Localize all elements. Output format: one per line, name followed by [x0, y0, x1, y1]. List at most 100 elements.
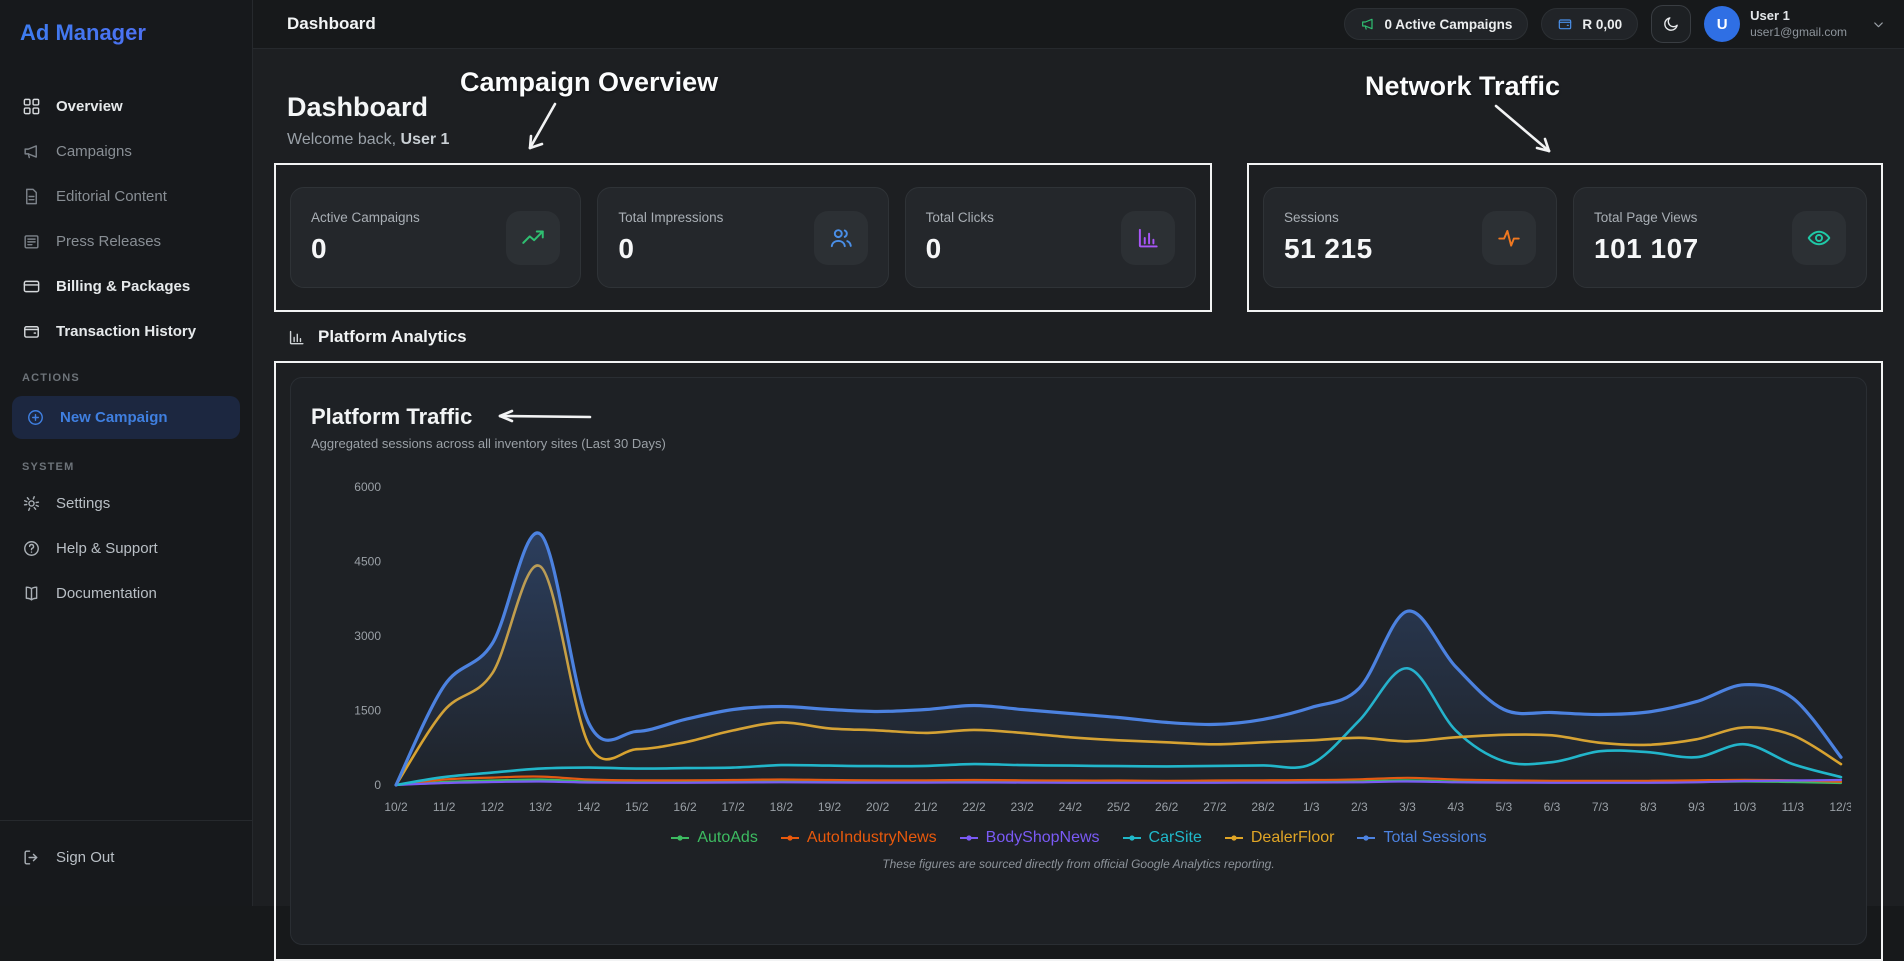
- annotation-network-traffic: Network Traffic: [1365, 71, 1560, 102]
- sidebar-item-campaigns[interactable]: Campaigns: [0, 129, 252, 174]
- x-axis-tick: 2/3: [1351, 800, 1368, 814]
- stat-value: 101 107: [1594, 233, 1699, 265]
- x-axis-tick: 3/3: [1399, 800, 1416, 814]
- balance-badge[interactable]: R 0,00: [1541, 8, 1638, 40]
- legend-item-carsite[interactable]: CarSite: [1122, 829, 1202, 847]
- bar-chart-icon: [1135, 225, 1161, 251]
- stat-value: 0: [926, 233, 994, 265]
- x-axis-tick: 21/2: [914, 800, 938, 814]
- x-axis-tick: 26/2: [1155, 800, 1179, 814]
- chart-legend: AutoAds AutoIndustryNews BodyShopNews CarSi…: [311, 829, 1846, 847]
- legend-label: AutoIndustryNews: [807, 829, 937, 847]
- user-menu[interactable]: U User 1 user1@gmail.com: [1704, 6, 1886, 42]
- stat-icon-box: [1792, 211, 1846, 265]
- annotation-arrow-network: [1491, 103, 1561, 161]
- annotation-arrow-platform-traffic: [490, 409, 594, 425]
- sidebar-item-label: Settings: [56, 495, 110, 512]
- nav-section-label: SYSTEM: [0, 443, 252, 481]
- sidebar-item-label: Transaction History: [56, 323, 196, 340]
- stat-label: Total Page Views: [1594, 210, 1699, 225]
- stat-value: 0: [618, 233, 723, 265]
- sidebar-item-press-releases[interactable]: Press Releases: [0, 219, 252, 264]
- sidebar-item-label: Overview: [56, 98, 123, 115]
- legend-label: DealerFloor: [1251, 829, 1335, 847]
- x-axis-tick: 13/2: [529, 800, 553, 814]
- x-axis-tick: 7/3: [1592, 800, 1609, 814]
- legend-item-total-sessions[interactable]: Total Sessions: [1356, 829, 1486, 847]
- chart-title: Platform Traffic: [311, 404, 472, 430]
- legend-item-dealerfloor[interactable]: DealerFloor: [1224, 829, 1335, 847]
- page-title: Dashboard: [287, 92, 428, 123]
- welcome-text: Welcome back, User 1: [287, 131, 449, 149]
- x-axis-tick: 11/3: [1782, 800, 1805, 814]
- active-campaigns-badge[interactable]: 0 Active Campaigns: [1344, 8, 1529, 40]
- annotation-arrow-campaign: [521, 101, 565, 157]
- stat-card-total-page-views: Total Page Views 101 107: [1573, 187, 1867, 288]
- platform-traffic-card: Platform Traffic Aggregated sessions acr…: [290, 377, 1867, 945]
- legend-marker-icon: [959, 833, 979, 843]
- legend-item-bodyshopnews[interactable]: BodyShopNews: [959, 829, 1100, 847]
- plus-circle-icon: [26, 408, 45, 427]
- legend-marker-icon: [1122, 833, 1142, 843]
- users-icon: [828, 225, 854, 251]
- sidebar-item-help-support[interactable]: Help & Support: [0, 526, 252, 571]
- x-axis-tick: 11/2: [433, 800, 456, 814]
- sidebar-item-editorial-content[interactable]: Editorial Content: [0, 174, 252, 219]
- legend-marker-icon: [780, 833, 800, 843]
- x-axis-tick: 12/2: [481, 800, 505, 814]
- sidebar-item-new-campaign[interactable]: New Campaign: [12, 396, 240, 439]
- legend-label: Total Sessions: [1383, 829, 1486, 847]
- sidebar-item-billing-packages[interactable]: Billing & Packages: [0, 264, 252, 309]
- sidebar-item-documentation[interactable]: Documentation: [0, 571, 252, 616]
- x-axis-tick: 19/2: [818, 800, 842, 814]
- x-axis-tick: 14/2: [577, 800, 601, 814]
- legend-item-autoindustrynews[interactable]: AutoIndustryNews: [780, 829, 937, 847]
- sidebar-item-transaction-history[interactable]: Transaction History: [0, 309, 252, 354]
- x-axis-tick: 8/3: [1640, 800, 1657, 814]
- analytics-section-header: Platform Analytics: [287, 327, 467, 347]
- x-axis-tick: 1/3: [1303, 800, 1320, 814]
- user-email: user1@gmail.com: [1750, 25, 1847, 40]
- stat-icon-box: [506, 211, 560, 265]
- trending-up-icon: [520, 225, 546, 251]
- x-axis-tick: 17/2: [721, 800, 745, 814]
- sidebar: Ad Manager OverviewCampaignsEditorial Co…: [0, 0, 253, 906]
- chart-subtitle: Aggregated sessions across all inventory…: [311, 436, 1846, 451]
- y-axis-tick: 4500: [354, 555, 381, 569]
- sidebar-item-settings[interactable]: Settings: [0, 481, 252, 526]
- x-axis-tick: 6/3: [1544, 800, 1561, 814]
- theme-toggle-button[interactable]: [1651, 5, 1691, 43]
- x-axis-tick: 23/2: [1010, 800, 1034, 814]
- stat-value: 51 215: [1284, 233, 1373, 265]
- stat-card-total-impressions: Total Impressions 0: [597, 187, 888, 288]
- main-content: Dashboard Welcome back, User 1 Campaign …: [253, 49, 1904, 906]
- sidebar-item-label: Documentation: [56, 585, 157, 602]
- stats-row: Active Campaigns0Total Impressions0Total…: [274, 163, 1883, 312]
- legend-item-autoads[interactable]: AutoAds: [670, 829, 757, 847]
- stat-card-active-campaigns: Active Campaigns0: [290, 187, 581, 288]
- topbar: Dashboard 0 Active CampaignsR 0,00 U Use…: [253, 0, 1904, 49]
- badge-label: R 0,00: [1582, 17, 1622, 32]
- x-axis-tick: 24/2: [1059, 800, 1083, 814]
- book-icon: [22, 584, 41, 603]
- stat-card-sessions: Sessions51 215: [1263, 187, 1557, 288]
- x-axis-tick: 16/2: [673, 800, 697, 814]
- chart-footnote: These figures are sourced directly from …: [311, 857, 1846, 871]
- sign-out-label: Sign Out: [56, 849, 114, 866]
- newspaper-icon: [22, 232, 41, 251]
- topbar-right: 0 Active Campaigns R 0,00 U User 1 user1@…: [1344, 5, 1886, 43]
- series-area-total-sessions: [396, 533, 1841, 785]
- credit-card-icon: [22, 277, 41, 296]
- y-axis-tick: 1500: [354, 704, 381, 718]
- x-axis-tick: 18/2: [770, 800, 794, 814]
- document-icon: [22, 187, 41, 206]
- grid-icon: [22, 97, 41, 116]
- stat-label: Total Impressions: [618, 210, 723, 225]
- platform-traffic-chart[interactable]: 0150030004500600010/211/212/213/214/215/…: [311, 467, 1851, 825]
- welcome-user-name: User 1: [401, 131, 450, 148]
- sign-out-button[interactable]: Sign Out: [0, 835, 252, 880]
- stat-icon-box: [1121, 211, 1175, 265]
- y-axis-tick: 0: [374, 778, 381, 792]
- sidebar-item-overview[interactable]: Overview: [0, 84, 252, 129]
- y-axis-tick: 6000: [354, 480, 381, 494]
